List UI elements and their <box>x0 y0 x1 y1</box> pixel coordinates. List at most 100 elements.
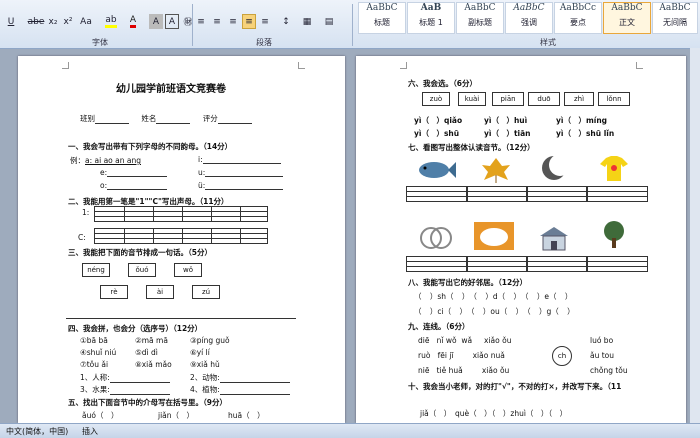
q4-option: ⑦tǒu ǎi <box>80 360 109 369</box>
q1-blank-v: ü: <box>198 181 284 190</box>
option-box: zhì <box>564 92 594 106</box>
style-emphasis[interactable]: AaBbC 强调 <box>505 2 553 34</box>
fish-picture <box>419 162 456 178</box>
q4-option: ③píng guǒ <box>190 336 230 345</box>
group-label-styles: 样式 <box>540 38 556 47</box>
question-8: 八、我能写出它的好邻居。（12分） <box>408 278 528 287</box>
q4-option: ⑥yí lí <box>190 348 210 357</box>
q9-left-item: niē tiě huǎ xiǎo ǒu <box>418 366 510 375</box>
syllable-card: ǒuó <box>128 263 156 277</box>
crop-mark <box>62 62 69 69</box>
q4-category: 3、水果: <box>80 384 170 395</box>
option-box: zuò <box>422 92 450 106</box>
option-box: lǒnn <box>598 92 630 106</box>
status-insert-mode[interactable]: 插入 <box>82 426 98 437</box>
answer-grid <box>586 186 648 202</box>
moon-picture <box>542 154 571 180</box>
q4-category: 2、动物: <box>190 372 290 383</box>
q4-category: 1、人称: <box>80 372 170 383</box>
q9-right-item: ǎu tou <box>590 351 615 360</box>
option-box: kuài <box>458 92 486 106</box>
answer-line <box>66 318 296 319</box>
style-subtitle[interactable]: AaBbC 副标题 <box>456 2 504 34</box>
question-9: 九、连线。（6分） <box>408 322 470 331</box>
syllable-card: ài <box>146 285 174 299</box>
group-label-font: 字体 <box>92 38 108 47</box>
shirt-picture <box>600 156 628 181</box>
q9-left-item: ruò fēi jī xiǎo nuǎ <box>418 351 505 360</box>
style-strong[interactable]: AaBbCc 要点 <box>554 2 602 34</box>
highlight-button[interactable]: ab <box>102 14 120 29</box>
answer-grid <box>586 256 648 272</box>
q5-item: huā（ ） <box>228 411 265 420</box>
rings-picture <box>420 227 452 249</box>
option-box: duō <box>528 92 560 106</box>
status-bar: 中文(简体，中国) 插入 <box>0 423 700 438</box>
q2-label-2: C: <box>78 233 86 242</box>
status-language[interactable]: 中文(简体，中国) <box>6 426 68 437</box>
subscript-button[interactable]: x₂ <box>46 14 60 29</box>
q4-option: ④shuǐ niú <box>80 348 117 357</box>
answer-grid <box>406 186 468 202</box>
cloud-picture <box>474 222 514 250</box>
change-case-button[interactable]: Aa <box>77 14 95 29</box>
char-shading-button[interactable]: A <box>149 14 163 29</box>
style-no-spacing[interactable]: AaBbC 无间隔 <box>652 2 698 34</box>
page-title: 幼儿园学前班语文竞赛卷 <box>116 84 226 95</box>
justify-button[interactable]: ≡ <box>242 14 256 29</box>
font-color-button[interactable]: A <box>124 14 142 29</box>
ribbon: U abe x₂ x² Aa ab A A A ㊖ 字体 ≡ ≡ ≡ ≡ ≡ ↕… <box>0 0 700 49</box>
q4-option: ①bā bā <box>80 336 108 345</box>
q10-row: jiǎ（ ） què（ ）（ ）zhuì（ ）（ ） <box>420 409 568 418</box>
q1-example: 例：a: ai ao an ang <box>70 156 141 165</box>
q1-blank-o: o: <box>100 181 168 190</box>
answer-grid <box>526 256 588 272</box>
borders-button[interactable]: ▤ <box>320 14 338 29</box>
style-heading-1[interactable]: AaB 标题 1 <box>407 2 455 34</box>
char-border-button[interactable]: A <box>165 14 179 29</box>
question-10: 十、我会当小老师，对的打"√"，不对的打×，并改写下来。（11 <box>408 382 622 391</box>
style-normal[interactable]: AaBbC 正文 <box>603 2 651 34</box>
answer-grid <box>466 256 528 272</box>
crop-mark <box>636 62 643 69</box>
question-6: 六、我会选。（6分） <box>408 79 477 88</box>
syllable-card: zú <box>192 285 220 299</box>
option-box: piān <box>492 92 524 106</box>
q6-fill: yì（ ）qiǎo <box>414 116 463 125</box>
q4-option: ⑧xiǎ mǎo <box>135 360 172 369</box>
writing-grid <box>94 228 268 244</box>
syllable-card: rè <box>100 285 128 299</box>
q8-row: （ ）ci（ ） （ ）ou（ ） （ ）g（ ） <box>414 307 575 316</box>
q9-right-item: luó bo <box>590 336 614 345</box>
crop-mark <box>400 62 407 69</box>
q9-center-circle: ch <box>552 346 572 366</box>
line-spacing-button[interactable]: ↕ <box>278 14 294 29</box>
answer-grid <box>406 256 468 272</box>
q5-item: jiǎn（ ） <box>158 411 195 420</box>
question-5: 五、找出下面音节中的介母写在括号里。（9分） <box>68 398 227 407</box>
q5-item: ǎuó（ ） <box>82 411 119 420</box>
style-title[interactable]: AaBbC 标题 <box>358 2 406 34</box>
q2-label-1: 1: <box>82 208 90 217</box>
leaf-picture <box>482 158 510 183</box>
question-1: 一、我会写出带有下列字母的不同韵母。（14分） <box>68 142 233 151</box>
align-left-button[interactable]: ≡ <box>194 14 208 29</box>
document-page-left: 幼儿园学前班语文竞赛卷 班别 姓名 评分 一、我会写出带有下列字母的不同韵母。（… <box>18 56 345 423</box>
q4-option: ⑨xiǎ hǔ <box>190 360 220 369</box>
answer-grid <box>466 186 528 202</box>
q1-blank-i: i: <box>198 155 281 164</box>
align-right-button[interactable]: ≡ <box>226 14 240 29</box>
align-center-button[interactable]: ≡ <box>210 14 224 29</box>
syllable-card: néng <box>82 263 110 277</box>
q9-left-item: diē nǐ wǒ wǎ xiǎo ǒu <box>418 336 512 345</box>
shading-button[interactable]: ▦ <box>298 14 316 29</box>
strikethrough-button[interactable]: abe <box>28 14 45 29</box>
syllable-card: wǒ <box>174 263 202 277</box>
vertical-scrollbar[interactable] <box>690 48 700 423</box>
distributed-button[interactable]: ≡ <box>258 14 272 29</box>
underline-button[interactable]: U <box>4 14 18 29</box>
superscript-button[interactable]: x² <box>61 14 75 29</box>
q6-fill: yì（ ）shū lǐn <box>556 129 615 138</box>
writing-grid <box>94 206 268 222</box>
document-page-right: 六、我会选。（6分） zuò kuài piān duō zhì lǒnn yì… <box>356 56 686 423</box>
